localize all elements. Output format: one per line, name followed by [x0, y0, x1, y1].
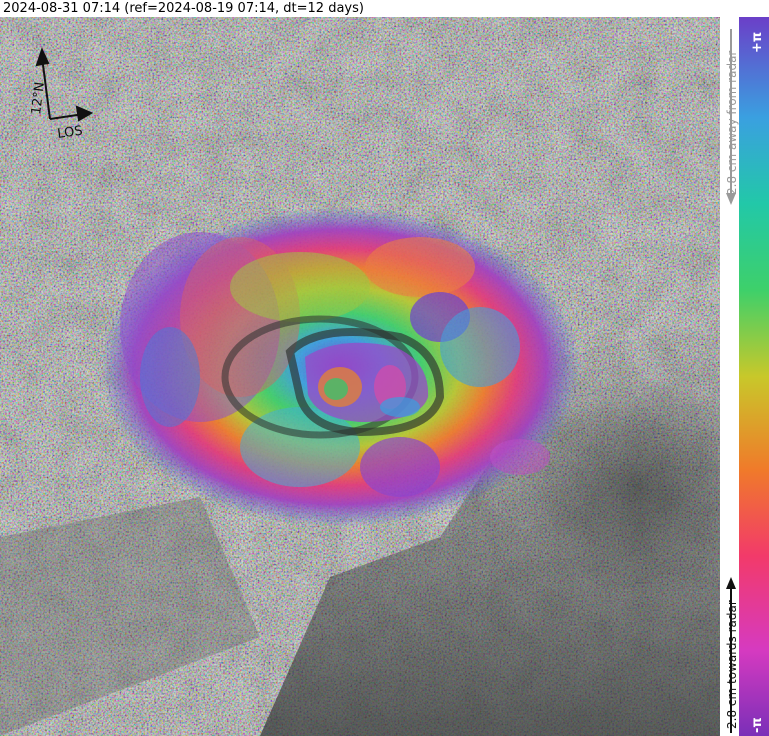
interferogram-map: 12°N LOS	[0, 17, 720, 736]
colorbar-top-label: +π	[750, 32, 765, 53]
interferogram-figure: 2024-08-31 07:14 (ref=2024-08-19 07:14, …	[0, 0, 769, 736]
colorbar-gradient	[739, 17, 769, 736]
colorbar-bottom-label: -π	[750, 717, 765, 733]
towards-arrow-head	[726, 577, 736, 589]
figure-title: 2024-08-31 07:14 (ref=2024-08-19 07:14, …	[3, 1, 364, 16]
colorbar-towards-label: 2.8 cm towards radar	[725, 600, 739, 729]
phase-colorbar: +π -π 2.8 cm away from radar 2.8 cm towa…	[720, 17, 769, 736]
colorbar-away-label: 2.8 cm away from radar	[725, 51, 739, 195]
